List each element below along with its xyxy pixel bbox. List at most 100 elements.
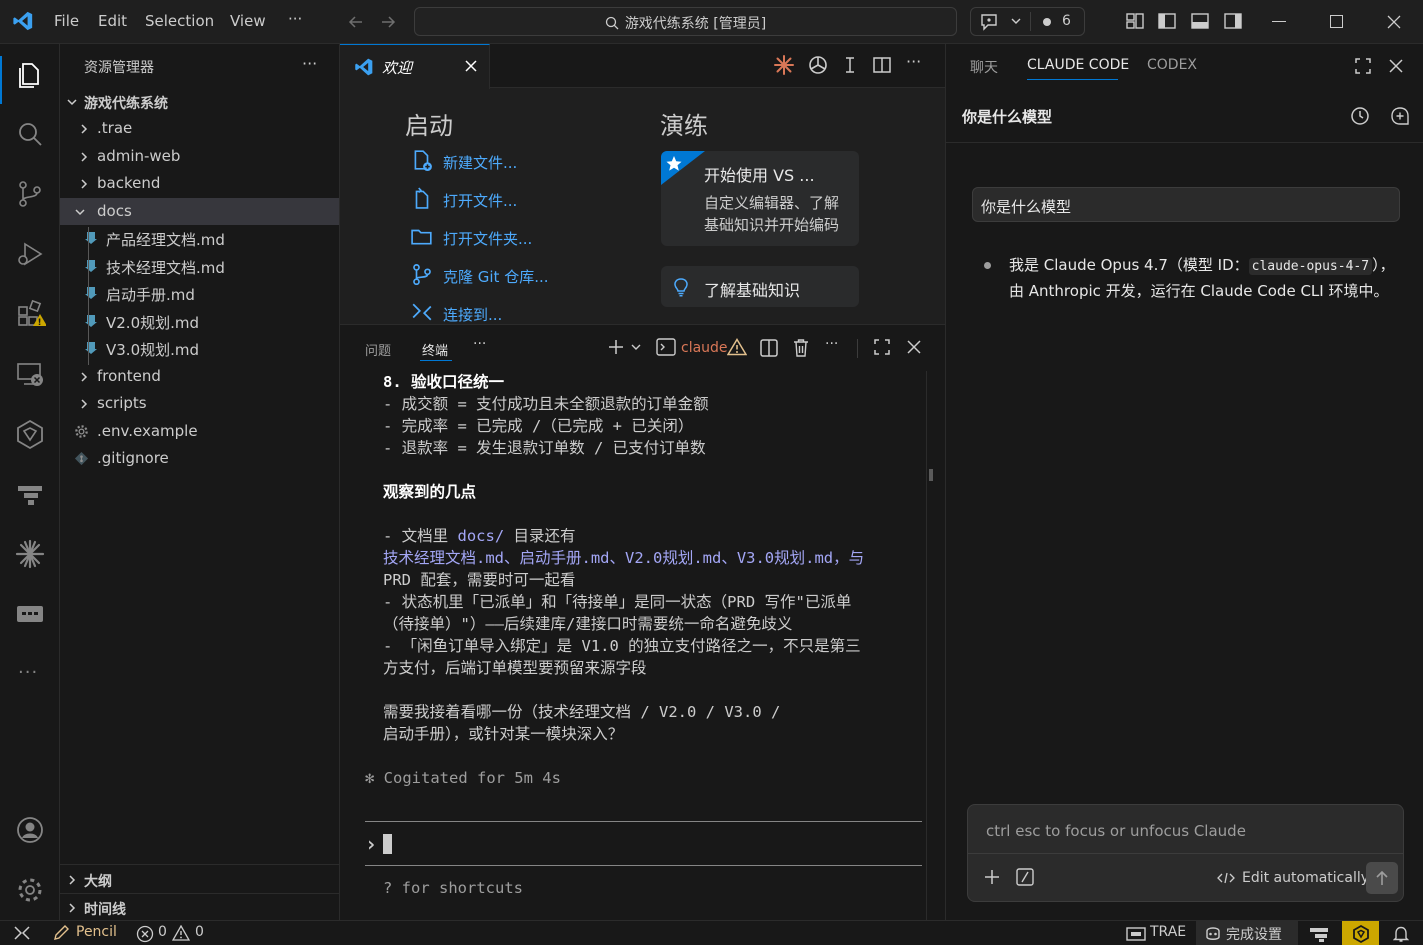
card-description-line2: 基础知识并开始编码 <box>704 216 840 234</box>
forward-arrow-icon[interactable] <box>378 12 398 32</box>
toggle-primary-sidebar-icon[interactable] <box>1157 11 1177 31</box>
remote-indicator-icon[interactable] <box>12 925 32 941</box>
hierarchy-icon[interactable] <box>14 478 46 510</box>
warning-icon[interactable] <box>172 925 190 941</box>
terminal-scrollbar[interactable] <box>926 371 944 921</box>
tree-item[interactable]: 技术经理文档.md <box>60 253 339 280</box>
tab-codex[interactable]: CODEX <box>1147 57 1197 73</box>
error-count[interactable]: 0 <box>158 924 167 940</box>
tree-item[interactable]: .trae <box>60 115 339 142</box>
trae-alert-badge[interactable] <box>1342 921 1379 945</box>
maximize-panel-icon[interactable] <box>873 338 891 356</box>
tree-item[interactable]: .gitignore <box>60 445 339 472</box>
more-icon[interactable]: ··· <box>18 662 38 683</box>
back-arrow-icon[interactable] <box>346 12 366 32</box>
command-center-search[interactable]: 游戏代练系统 [管理员] <box>414 7 957 36</box>
start-link[interactable]: 克隆 Git 仓库... <box>411 263 591 289</box>
tree-item[interactable]: frontend <box>60 363 339 390</box>
start-link[interactable]: 新建文件... <box>411 149 591 175</box>
model-id-code: claude-opus-4-7 <box>1248 258 1373 275</box>
split-terminal-icon[interactable] <box>759 338 779 358</box>
walkthrough-card-getting-started[interactable]: 开始使用 VS ... 自定义编辑器、了解 基础知识并开始编码 <box>661 151 859 246</box>
terminal-more-icon[interactable]: ··· <box>825 336 838 352</box>
claude-sparkle-icon[interactable] <box>14 538 46 570</box>
hierarchy-status-icon[interactable] <box>1309 925 1329 943</box>
text-cursor-icon[interactable] <box>840 55 860 75</box>
minimize-icon[interactable] <box>1272 21 1286 22</box>
source-control-icon[interactable] <box>14 178 46 210</box>
remote-explorer-icon[interactable] <box>14 358 46 390</box>
add-attachment-icon[interactable] <box>983 868 1001 886</box>
menu-edit[interactable]: Edit <box>98 12 127 30</box>
new-session-icon[interactable] <box>1390 106 1410 126</box>
terminal-cursor[interactable] <box>383 834 392 854</box>
chat-toggle-button[interactable]: 6 <box>970 7 1085 36</box>
account-icon[interactable] <box>14 814 46 846</box>
toggle-panel-icon[interactable] <box>1190 11 1210 31</box>
chat-input-placeholder[interactable]: ctrl esc to focus or unfocus Claude <box>986 822 1246 840</box>
split-editor-icon[interactable] <box>872 55 892 75</box>
tree-item[interactable]: docs <box>60 197 339 225</box>
tree-item[interactable]: V2.0规划.md <box>60 308 339 335</box>
tab-claude-code[interactable]: CLAUDE CODE <box>1027 57 1129 73</box>
menu-view[interactable]: View <box>230 12 266 30</box>
trae-label[interactable]: TRAE <box>1150 924 1186 940</box>
pencil-label[interactable]: Pencil <box>76 924 117 940</box>
customize-layout-icon[interactable] <box>1125 11 1145 31</box>
tab-chat[interactable]: 聊天 <box>970 57 998 77</box>
start-link[interactable]: 打开文件... <box>411 187 591 213</box>
tree-item[interactable]: 产品经理文档.md <box>60 225 339 252</box>
start-link[interactable]: 打开文件夹... <box>411 225 591 251</box>
tree-item[interactable]: backend <box>60 170 339 197</box>
tree-item[interactable]: V3.0规划.md <box>60 335 339 362</box>
close-window-icon[interactable] <box>1386 14 1402 30</box>
search-icon[interactable] <box>14 118 46 150</box>
history-clock-icon[interactable] <box>1350 106 1370 126</box>
menu-more[interactable]: ··· <box>288 10 302 28</box>
run-debug-icon[interactable] <box>14 238 46 270</box>
tree-item[interactable]: 启动手册.md <box>60 280 339 307</box>
tab-welcome[interactable]: 欢迎 <box>340 44 490 89</box>
bell-icon[interactable] <box>1393 925 1409 943</box>
tree-item[interactable]: scripts <box>60 390 339 417</box>
sidebar-more-button[interactable]: ··· <box>302 54 317 73</box>
warning-count[interactable]: 0 <box>195 924 204 940</box>
walkthrough-card-basics[interactable]: 了解基础知识 <box>661 266 859 307</box>
slash-command-icon[interactable] <box>1016 868 1034 886</box>
tree-root[interactable]: 游戏代练系统 <box>60 88 339 115</box>
openai-icon[interactable] <box>807 54 829 76</box>
extensions-icon[interactable]: ! <box>14 298 46 330</box>
close-panel-icon[interactable] <box>906 339 922 355</box>
setup-button[interactable]: 完成设置 <box>1196 921 1298 945</box>
editor-more-icon[interactable]: ··· <box>906 52 921 71</box>
code-mode-icon <box>1217 871 1235 885</box>
maximize-icon[interactable] <box>1354 57 1372 75</box>
outline-section[interactable]: 大纲 <box>60 866 339 893</box>
close-icon[interactable] <box>464 59 478 73</box>
trash-icon[interactable] <box>792 338 810 358</box>
chevron-down-icon[interactable] <box>631 343 641 351</box>
menu-file[interactable]: File <box>54 12 79 30</box>
scrollbar-thumb[interactable] <box>929 469 933 481</box>
close-icon[interactable] <box>1388 58 1404 74</box>
toggle-secondary-sidebar-icon[interactable] <box>1223 11 1243 31</box>
send-button[interactable] <box>1366 862 1398 894</box>
settings-gear-icon[interactable] <box>14 874 46 906</box>
tab-problems[interactable]: 问题 <box>365 340 391 359</box>
tree-item[interactable]: .env.example <box>60 418 339 445</box>
new-terminal-icon[interactable] <box>607 338 625 356</box>
tree-item[interactable]: admin-web <box>60 143 339 170</box>
panel-more-icon[interactable]: ··· <box>473 336 486 352</box>
tab-terminal[interactable]: 终端 <box>422 340 448 359</box>
edit-mode-label[interactable]: Edit automatically <box>1242 870 1369 886</box>
terminal-name[interactable]: claude <box>681 340 728 356</box>
error-icon[interactable] <box>136 925 154 943</box>
claude-sparkle-icon[interactable] <box>773 54 795 76</box>
chat-panel-icon[interactable] <box>14 598 46 630</box>
trae-icon[interactable] <box>14 418 46 450</box>
timeline-section[interactable]: 时间线 <box>60 894 339 921</box>
chat-input-box[interactable]: ctrl esc to focus or unfocus Claude Edit… <box>967 804 1404 902</box>
menu-selection[interactable]: Selection <box>145 12 214 30</box>
explorer-icon[interactable] <box>14 58 46 90</box>
maximize-icon[interactable] <box>1330 15 1343 28</box>
